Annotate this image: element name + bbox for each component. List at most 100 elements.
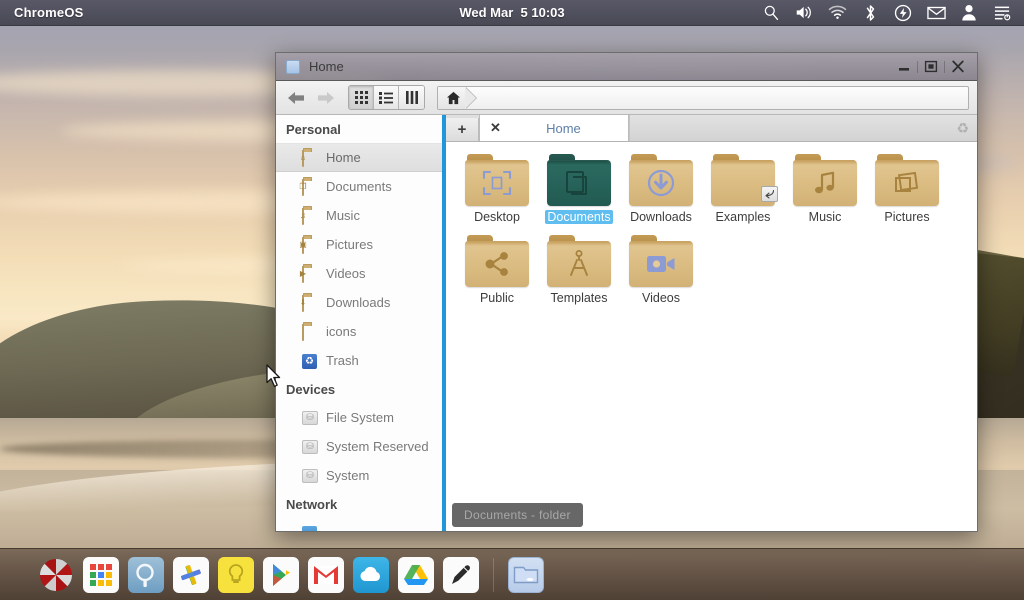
volume-icon[interactable] [794,3,814,23]
sidebar-item-documents[interactable]: ❐ Documents [276,172,442,201]
network-icon [302,525,318,531]
view-list-button[interactable] [374,86,399,109]
sidebar-item-videos[interactable]: ▶ Videos [276,259,442,288]
app-grid-icon[interactable] [83,556,119,593]
notes-icon[interactable] [218,556,254,593]
file-manager-icon[interactable] [508,556,544,593]
battery-icon[interactable] [893,3,913,23]
sidebar-item-icons[interactable]: icons [276,317,442,346]
file-item-pictures[interactable]: Pictures [866,154,948,224]
file-item-music[interactable]: Music [784,154,866,224]
file-item-documents[interactable]: Documents [538,154,620,224]
wifi-icon[interactable] [827,3,847,23]
sidebar-item-music[interactable]: ♫ Music [276,201,442,230]
slack-icon[interactable] [173,556,209,593]
file-label: Examples [715,210,771,224]
folder-documents-icon: ❐ [299,178,318,196]
file-item-templates[interactable]: Templates [538,235,620,305]
maximize-button[interactable] [920,57,942,77]
drive-icon: ⛁ [302,439,318,454]
folder-videos-icon: ▶ [300,265,318,283]
folder-music-icon [793,154,857,206]
search-app-icon[interactable] [128,556,164,593]
file-item-downloads[interactable]: Downloads [620,154,702,224]
gmail-icon[interactable] [308,556,344,593]
folder-downloads-icon [629,154,693,206]
sidebar-item-label: Pictures [326,237,373,252]
sidebar-section-network: Network [286,497,338,512]
file-label: Music [808,210,842,224]
close-tab-button[interactable]: ✕ [490,120,501,136]
minimize-button[interactable] [893,57,915,77]
status-tooltip: Documents - folder [452,503,583,527]
tab-label: Home [546,120,581,136]
google-drive-icon[interactable] [398,556,434,593]
mail-icon[interactable] [926,3,946,23]
forward-button[interactable] [314,86,338,110]
sidebar-item-file-system[interactable]: ⛁ File System [276,403,442,432]
sidebar-item-label: Videos [326,266,366,281]
folder-pictures-icon: ▣ [299,236,318,254]
mouse-cursor [266,364,282,391]
new-tab-button[interactable]: + [446,118,479,141]
sidebar-item-trash[interactable]: ♻ Trash [276,346,442,375]
pencil-icon[interactable] [443,556,479,593]
view-icons-button[interactable] [349,86,374,109]
sidebar-item-label: Music [326,208,360,223]
file-item-videos[interactable]: Videos [620,235,702,305]
file-label: Templates [550,291,608,305]
home-icon [446,91,461,104]
sidebar-item-label: Documents [326,179,392,194]
sidebar-item-home[interactable]: ⌂ Home [276,143,442,172]
close-button[interactable] [947,57,969,77]
breadcrumb-home[interactable] [438,86,477,109]
window-titlebar[interactable]: Home [276,53,977,81]
symlink-badge-icon [761,186,778,202]
umbrella-corp-icon[interactable] [38,557,74,593]
sidebar-item-label: File System [326,410,394,425]
search-icon[interactable] [761,3,781,23]
menu-power-icon[interactable] [992,3,1012,23]
file-label: Videos [642,291,680,305]
folder-home-icon: ⌂ [301,149,318,167]
folder-desktop-icon [465,154,529,206]
tab-bar-filler: ♻ [629,115,977,141]
cloud-icon[interactable] [353,556,389,593]
back-button[interactable] [284,86,308,110]
file-label: Documents [545,210,613,224]
view-columns-button[interactable] [399,86,424,109]
sidebar-item-network-partial[interactable] [276,518,442,531]
folder-downloads-icon: ⬇ [300,294,318,312]
sidebar-item-label: Trash [326,353,359,368]
sidebar-item-downloads[interactable]: ⬇ Downloads [276,288,442,317]
bluetooth-icon[interactable] [860,3,880,23]
sidebar-item-system[interactable]: ⛁ System [276,461,442,490]
taskbar-dock [0,548,1024,600]
window-app-icon [286,59,300,74]
play-store-icon[interactable] [263,556,299,593]
top-panel: ChromeOS Wed Mar 5 10:03 [0,0,1024,26]
recycle-icon[interactable]: ♻ [956,120,969,137]
file-grid: Desktop Documents Downloads Examples Mus… [456,154,967,316]
file-item-public[interactable]: Public [456,235,538,305]
user-icon[interactable] [959,3,979,23]
view-mode-group [348,85,425,110]
file-label: Public [479,291,515,305]
window-controls [893,57,977,77]
sidebar-item-system-reserved[interactable]: ⛁ System Reserved [276,432,442,461]
sidebar-item-pictures[interactable]: ▣ Pictures [276,230,442,259]
window-body: Personal ⌂ Home ❐ Documents ♫ Music ▣ Pi… [276,115,977,531]
location-bar[interactable] [437,85,969,110]
sidebar-item-label: System [326,468,370,483]
tab-home[interactable]: ✕ Home [479,115,629,141]
file-item-examples[interactable]: Examples [702,154,784,224]
folder-pictures-icon [875,154,939,206]
places-sidebar: Personal ⌂ Home ❐ Documents ♫ Music ▣ Pi… [276,115,442,531]
file-item-desktop[interactable]: Desktop [456,154,538,224]
sidebar-section-personal: Personal [286,122,341,137]
drive-icon: ⛁ [302,468,318,483]
content-pane: + ✕ Home ♻ Desktop Documents Downloads E… [446,115,977,531]
file-view[interactable]: Desktop Documents Downloads Examples Mus… [446,142,977,531]
folder-public-share-icon [465,235,529,287]
folder-music-icon: ♫ [300,207,318,225]
